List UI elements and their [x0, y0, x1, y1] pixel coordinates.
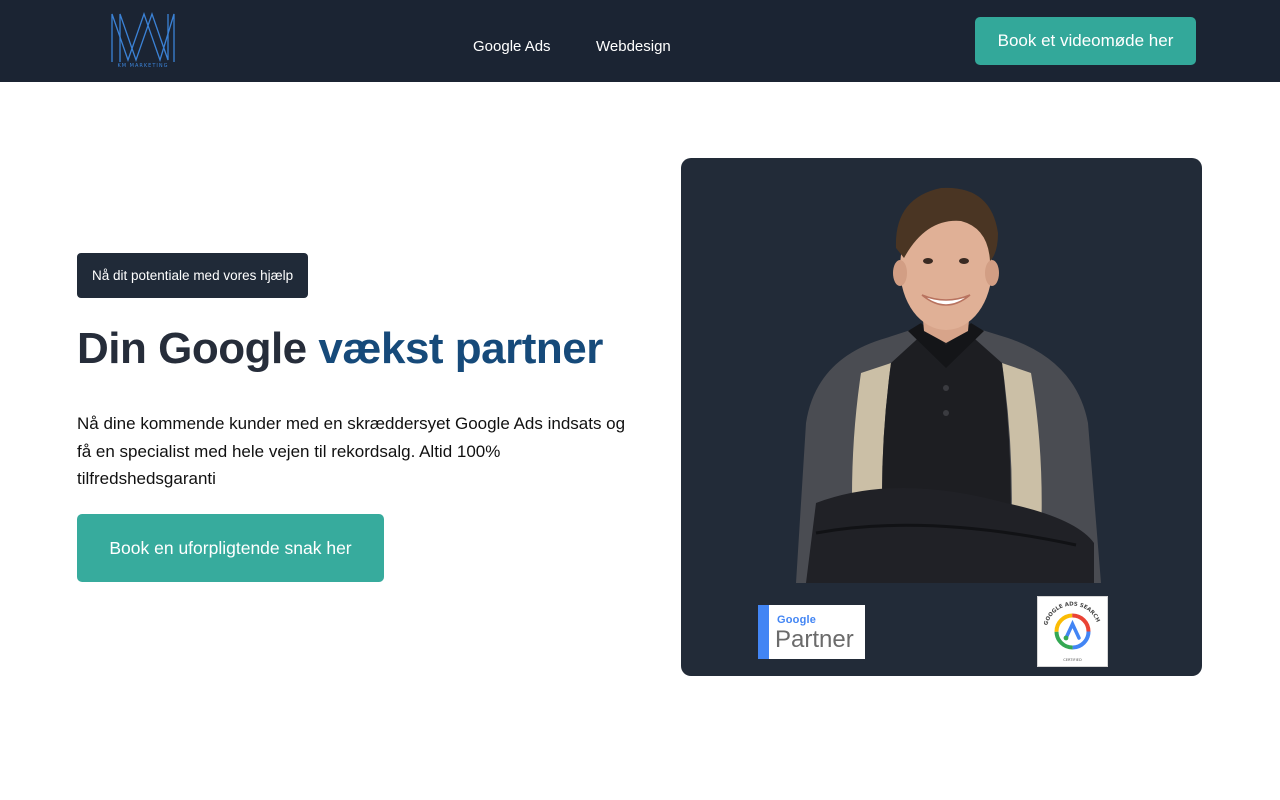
- book-video-meeting-button[interactable]: Book et videomøde her: [975, 17, 1196, 65]
- hero-badge: Nå dit potentiale med vores hjælp: [77, 253, 309, 298]
- hero-lead: Nå dine kommende kunder med en skrædders…: [77, 414, 626, 488]
- hero-image-card: Google Partner GOOGLE ADS SEARCH CERTIFI…: [681, 158, 1202, 676]
- google-partner-badge: Google Partner: [758, 605, 865, 659]
- partner-badge-bar: [758, 605, 769, 659]
- nav-google-ads[interactable]: Google Ads: [473, 37, 551, 57]
- nav-webdesign[interactable]: Webdesign: [596, 37, 671, 57]
- hero-title-start: Din Google: [77, 324, 319, 373]
- book-call-button[interactable]: Book en uforpligtende snak her: [77, 514, 384, 582]
- partner-word: Partner: [775, 626, 854, 653]
- hero-title: Din Google vækst partner: [77, 322, 603, 376]
- google-ads-search-certified-badge: GOOGLE ADS SEARCH CERTIFIED: [1037, 596, 1108, 667]
- google-ads-certified-icon: GOOGLE ADS SEARCH CERTIFIED: [1043, 601, 1100, 662]
- hero-title-accent: vækst partner: [318, 324, 603, 373]
- km-marketing-logo[interactable]: KM MARKETING: [110, 12, 176, 70]
- portrait-photo: [796, 187, 1101, 583]
- logo-mark-icon: [111, 12, 175, 63]
- logo-caption: KM MARKETING: [117, 63, 169, 69]
- site-header: KM MARKETING Google Ads Webdesign Book e…: [0, 0, 1280, 82]
- cert-bottom-text: CERTIFIED: [1063, 658, 1082, 662]
